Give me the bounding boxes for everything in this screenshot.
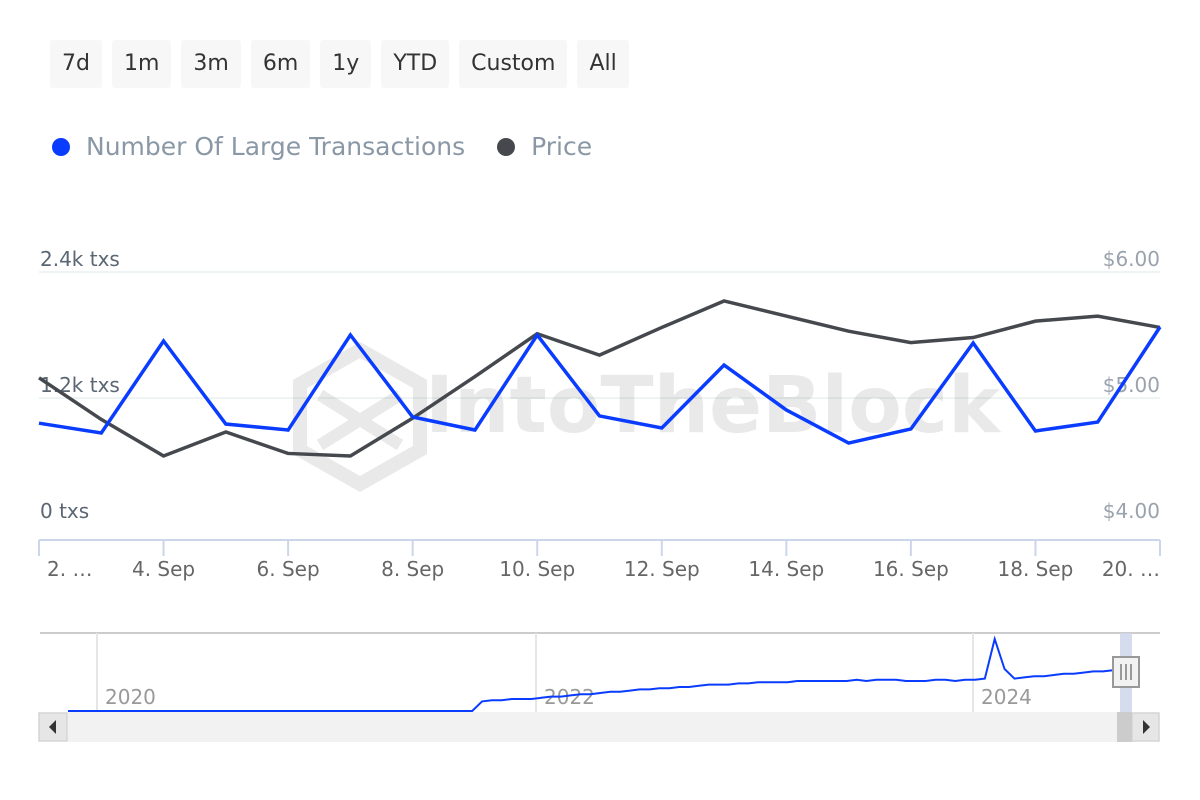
y-left-tick-label: 0 txs	[40, 499, 89, 523]
x-tick-label: 8. Sep	[381, 557, 444, 581]
y-right-tick-label: $6.00	[1103, 247, 1160, 271]
navigator-handle-icon[interactable]	[1112, 656, 1140, 688]
y-right-tick-label: $5.00	[1103, 373, 1160, 397]
y-right-tick-label: $4.00	[1103, 499, 1160, 523]
scrollbar-track	[38, 712, 1160, 742]
watermark-logo-icon	[293, 341, 427, 493]
x-tick-label: 18. Sep	[998, 557, 1074, 581]
chart-canvas: IntoTheBlock 0 txs1.2k txs2.4k txs$4.00$…	[38, 247, 1162, 742]
x-tick-label: 12. Sep	[624, 557, 700, 581]
x-tick-label: 6. Sep	[257, 557, 320, 581]
x-tick-label: 20. …	[1102, 557, 1160, 581]
x-axis: 2. … 4. Sep 6. Sep 8. Sep 10. Sep 12. Sep 14. …	[38, 539, 1161, 581]
navigator-year-label: 2020	[105, 685, 156, 709]
scrollbar[interactable]	[38, 712, 1160, 742]
x-tick-label: 14. Sep	[748, 557, 824, 581]
x-tick-label: 2. …	[47, 557, 92, 581]
navigator[interactable]: 2020 2022 2024	[40, 632, 1160, 712]
x-tick-label: 10. Sep	[499, 557, 575, 581]
x-tick-label: 4. Sep	[132, 557, 195, 581]
x-tick-label: 16. Sep	[873, 557, 949, 581]
watermark: IntoTheBlock	[293, 341, 1002, 493]
scrollbar-thumb[interactable]	[1117, 712, 1132, 742]
y-left-tick-label: 2.4k txs	[40, 247, 120, 271]
navigator-year-label: 2024	[981, 685, 1032, 709]
